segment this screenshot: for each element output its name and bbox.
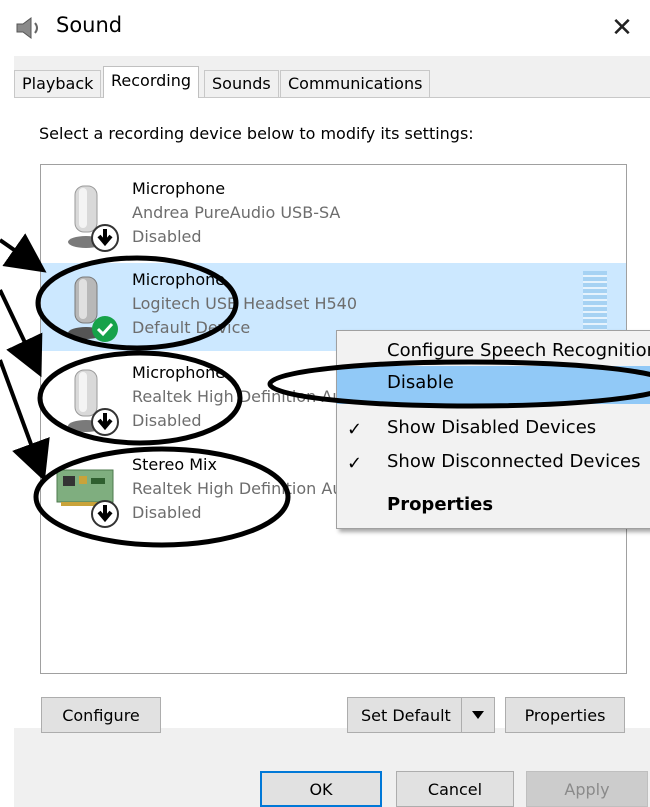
green-check-badge <box>92 316 118 342</box>
microphone-icon <box>68 369 119 436</box>
set-default-label: Set Default <box>361 705 451 725</box>
context-menu: Configure Speech Recognition Disable ✓ S… <box>336 330 650 529</box>
set-default-button[interactable]: Set Default <box>347 697 495 733</box>
microphone-icon <box>68 276 118 342</box>
window-title: Sound <box>56 13 123 37</box>
checkmark-icon: ✓ <box>347 419 363 440</box>
menu-item-label: Disable <box>387 372 454 393</box>
instruction-text: Select a recording device below to modif… <box>39 124 474 143</box>
device-row[interactable]: Microphone Andrea PureAudio USB-SA Disab… <box>41 172 626 260</box>
title-bar: Sound ✕ <box>0 0 650 56</box>
menu-item-show-disabled-devices[interactable]: ✓ Show Disabled Devices <box>337 411 650 449</box>
close-button[interactable]: ✕ <box>594 4 650 52</box>
menu-item-properties[interactable]: Properties <box>337 488 650 526</box>
cancel-button[interactable]: Cancel <box>396 771 514 807</box>
device-name: Microphone <box>132 179 226 198</box>
device-status: Disabled <box>132 227 202 246</box>
tab-communications[interactable]: Communications <box>280 70 431 97</box>
device-status: Disabled <box>132 411 202 430</box>
speaker-icon <box>16 17 38 39</box>
device-name: Microphone <box>132 270 226 289</box>
microphone-icon <box>68 185 119 252</box>
menu-item-label: Show Disabled Devices <box>387 417 597 438</box>
menu-item-label: Properties <box>387 494 494 515</box>
apply-button: Apply <box>526 771 648 807</box>
device-description: Realtek High Definition Audio <box>132 387 367 406</box>
sound-card-icon <box>56 469 119 528</box>
tab-playback[interactable]: Playback <box>14 70 102 97</box>
device-name: Microphone <box>132 363 226 382</box>
ok-button[interactable]: OK <box>260 771 382 807</box>
properties-button[interactable]: Properties <box>505 697 625 733</box>
menu-item-disable[interactable]: Disable <box>337 366 650 404</box>
tab-recording[interactable]: Recording <box>103 66 200 98</box>
caret-down-icon <box>472 711 484 719</box>
menu-item-label: Show Disconnected Devices <box>387 451 641 472</box>
device-name: Stereo Mix <box>132 455 217 474</box>
close-icon: ✕ <box>611 13 633 43</box>
device-description: Logitech USB Headset H540 <box>132 294 358 313</box>
tab-sounds[interactable]: Sounds <box>204 70 279 97</box>
set-default-dropdown[interactable] <box>461 698 494 732</box>
device-description: Realtek High Definition Audio <box>132 479 367 498</box>
configure-button[interactable]: Configure <box>41 697 161 733</box>
device-status: Default Device <box>132 318 251 337</box>
menu-item-label: Configure Speech Recognition <box>387 340 650 361</box>
device-description: Andrea PureAudio USB-SA <box>132 203 341 222</box>
menu-item-show-disconnected-devices[interactable]: ✓ Show Disconnected Devices <box>337 445 650 483</box>
device-status: Disabled <box>132 503 202 522</box>
checkmark-icon: ✓ <box>347 453 363 474</box>
